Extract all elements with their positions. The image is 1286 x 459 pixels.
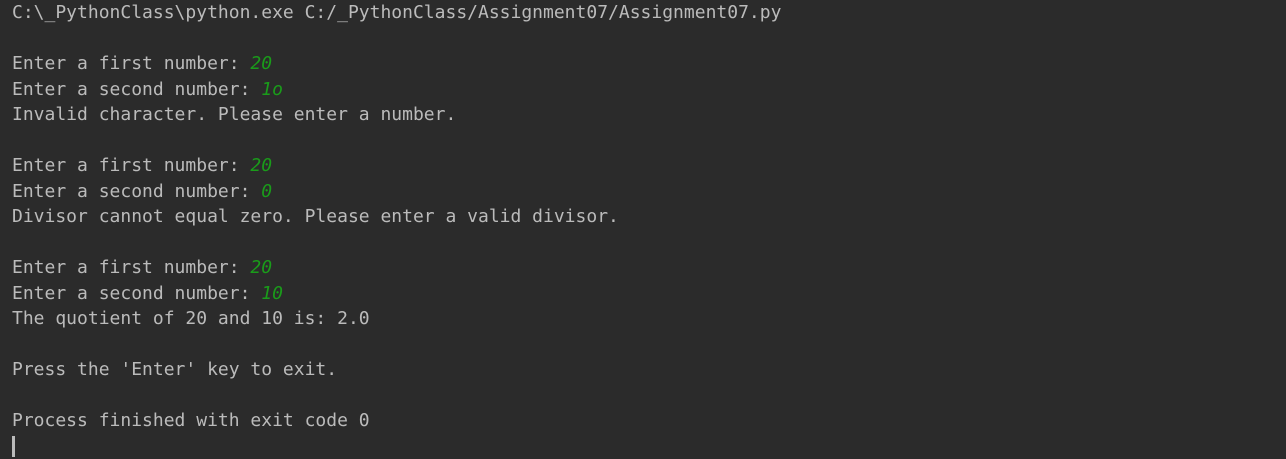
user-input: 10 <box>261 282 283 304</box>
user-input: 20 <box>250 53 273 74</box>
input-line[interactable] <box>12 434 1286 459</box>
result-message: The quotient of 20 and 10 is: 2.0 <box>12 308 370 329</box>
prompt-text: Enter a second number: <box>12 180 262 202</box>
output-line: Enter a first number: 20 <box>12 255 1286 281</box>
user-input: 0 <box>261 180 273 202</box>
error-message: Divisor cannot equal zero. Please enter … <box>12 206 619 227</box>
run-console[interactable]: C:\_PythonClass\python.exe C:/_PythonCla… <box>0 0 1286 459</box>
output-line: Enter a first number: 20 <box>12 51 1286 77</box>
exit-prompt: Press the 'Enter' key to exit. <box>12 359 338 380</box>
prompt-text: Enter a second number: <box>12 282 262 304</box>
error-message: Invalid character. Please enter a number… <box>12 104 457 125</box>
process-status: Process finished with exit code 0 <box>12 410 370 431</box>
output-line: Enter a first number: 20 <box>12 153 1286 179</box>
output-line: Enter a second number: 1o <box>12 77 1286 103</box>
user-input: 20 <box>250 257 273 278</box>
text-cursor <box>12 436 15 457</box>
user-input: 20 <box>250 155 273 176</box>
prompt-text: Enter a first number: <box>12 53 251 74</box>
prompt-text: Enter a first number: <box>12 257 251 278</box>
prompt-text: Enter a second number: <box>12 78 262 100</box>
output-line: Enter a second number: 10 <box>12 281 1286 307</box>
prompt-text: Enter a first number: <box>12 155 251 176</box>
output-line: Enter a second number: 0 <box>12 179 1286 205</box>
user-input: 1o <box>261 78 283 100</box>
command-line: C:\_PythonClass\python.exe C:/_PythonCla… <box>12 2 782 23</box>
